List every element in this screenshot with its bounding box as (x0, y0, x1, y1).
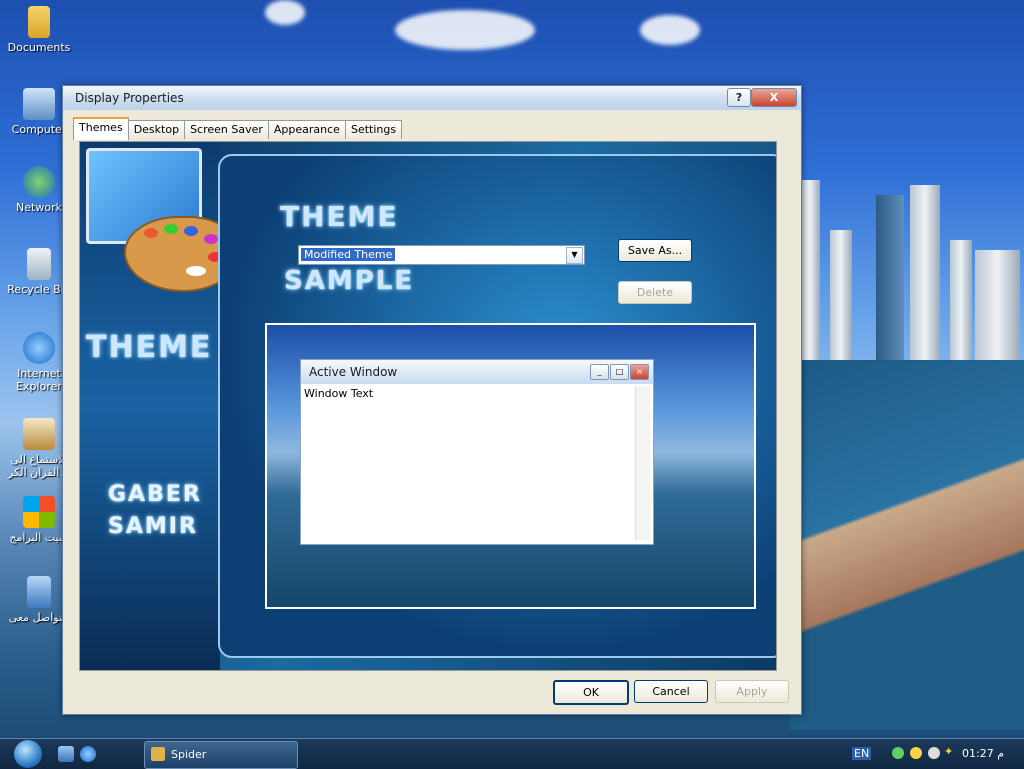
tray-icon-refresh[interactable] (892, 747, 904, 759)
recycle-bin-icon (27, 248, 51, 280)
language-indicator[interactable]: EN (852, 747, 872, 760)
apply-button[interactable]: Apply (715, 680, 789, 703)
internet-explorer-icon[interactable] (80, 746, 96, 762)
system-tray: EN ✦ 01:27 م (820, 739, 1024, 769)
author-name-line2: SAMIR (108, 514, 198, 539)
display-properties-window: Display Properties ? X Themes Desktop Sc… (62, 85, 802, 715)
tab-appearance[interactable]: Appearance (267, 120, 346, 139)
tray-icon-moon[interactable] (928, 747, 940, 759)
show-desktop-icon[interactable] (58, 746, 74, 762)
delete-button[interactable]: Delete (618, 281, 692, 304)
taskbar-item-label: Spider (171, 748, 207, 761)
tab-desktop[interactable]: Desktop (127, 120, 186, 139)
desktop-icon-label: تثبيت البرامج (9, 531, 69, 544)
close-icon: × (630, 364, 649, 380)
theme-side-graphic: THEME GABER SAMIR (80, 142, 238, 670)
window-title: Display Properties (75, 91, 184, 105)
desktop-icon-documents[interactable]: Documents (0, 6, 78, 54)
cancel-button[interactable]: Cancel (634, 680, 708, 703)
desktop-icon-label: الاستماع الى القران الكر... (8, 453, 70, 479)
network-globe-icon (23, 166, 55, 198)
tab-screen-saver[interactable]: Screen Saver (184, 120, 269, 139)
sample-heading-graphic: SAMPLE (284, 266, 415, 296)
author-name-line1: GABER (108, 482, 202, 507)
theme-select-value: Modified Theme (301, 248, 396, 261)
user-icon (27, 576, 51, 608)
book-icon (23, 418, 55, 450)
preview-window-title: Active Window (309, 365, 398, 379)
ok-button[interactable]: OK (553, 680, 629, 705)
spider-app-icon (151, 747, 165, 761)
theme-side-label: THEME (86, 330, 213, 365)
tab-themes[interactable]: Themes (73, 117, 129, 140)
tray-icon-smiley[interactable] (910, 747, 922, 759)
tab-settings[interactable]: Settings (344, 120, 403, 139)
title-bar[interactable]: Display Properties ? X (63, 86, 801, 110)
desktop-icon-label: Network (16, 201, 62, 214)
start-button[interactable] (8, 739, 48, 769)
desktop-icon-label: Internet Explorer (16, 367, 62, 393)
minimize-icon: _ (590, 364, 609, 380)
preview-title-bar: Active Window _ □ × (301, 360, 653, 384)
themes-panel: THEME GABER SAMIR THEME SAMPLE Modified … (79, 141, 777, 671)
internet-explorer-icon (23, 332, 55, 364)
preview-scrollbar (635, 386, 650, 540)
preview-window-text: Window Text (304, 387, 374, 400)
taskbar: Spider EN ✦ 01:27 م (0, 738, 1024, 769)
taskbar-item-spider[interactable]: Spider (144, 741, 298, 769)
theme-heading-graphic: THEME (280, 200, 399, 233)
windows-logo-icon (23, 496, 55, 528)
folder-icon (28, 6, 50, 38)
windows-orb-icon (14, 740, 42, 768)
city-skyline (790, 160, 1024, 360)
help-button[interactable]: ? (727, 88, 751, 107)
computer-icon (23, 88, 55, 120)
theme-preview: Active Window _ □ × Window Text (265, 323, 756, 609)
clock[interactable]: 01:27 م (962, 747, 1004, 760)
tab-strip: Themes Desktop Screen Saver Appearance S… (73, 117, 403, 140)
close-button[interactable]: X (751, 88, 797, 107)
chevron-down-icon[interactable]: ▼ (566, 247, 583, 264)
save-as-button[interactable]: Save As... (618, 239, 692, 262)
desktop-icon-label: Documents (7, 41, 71, 54)
desktop-icon-label: للتواصل معى (8, 611, 70, 624)
theme-select[interactable]: Modified Theme ▼ (298, 245, 585, 265)
preview-active-window: Active Window _ □ × Window Text (300, 359, 654, 545)
tray-icon-star[interactable]: ✦ (944, 745, 953, 758)
maximize-icon: □ (610, 364, 629, 380)
harbor-scene (790, 360, 1024, 730)
desktop-icon-label: Computer (11, 123, 67, 136)
